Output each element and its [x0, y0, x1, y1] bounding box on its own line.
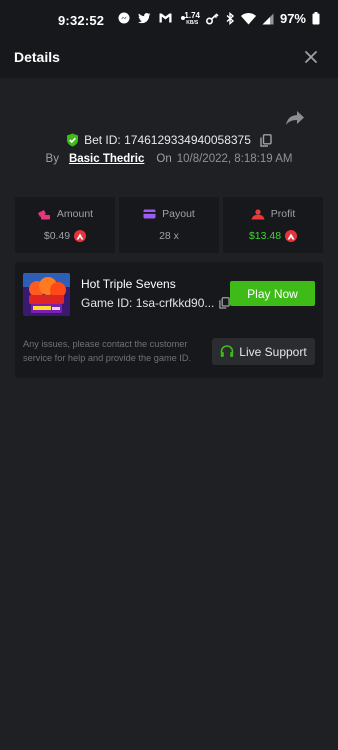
verified-shield-icon — [67, 133, 79, 147]
battery-percent: 97% — [279, 11, 306, 26]
wifi-icon — [240, 12, 256, 24]
twitter-icon — [138, 12, 151, 23]
bettor-username-link[interactable]: Basic Thedric — [69, 153, 144, 165]
game-id-row: Game ID: 1sa-crfkkd90... — [81, 296, 231, 310]
on-label: On — [156, 153, 172, 165]
battery-icon — [312, 12, 320, 25]
gmail-icon — [159, 13, 172, 23]
stat-payout: Payout 28 x — [119, 197, 219, 253]
status-bar: 9:32:52 1.74 KB/S 97% — [0, 0, 338, 40]
payout-icon — [143, 209, 156, 219]
live-support-label: Live Support — [239, 344, 307, 359]
stat-payout-label: Payout — [162, 208, 195, 220]
game-thumbnail[interactable] — [23, 273, 70, 316]
net-speed: 1.74 KB/S — [184, 10, 200, 26]
stat-payout-head: Payout — [119, 208, 219, 220]
page-title: Details — [14, 49, 60, 65]
stat-amount: Amount $0.49 — [15, 197, 115, 253]
currency-coin-icon — [285, 230, 298, 242]
messenger-icon — [118, 12, 130, 24]
key-icon — [205, 12, 219, 24]
stat-profit-value-row: $13.48 — [223, 230, 323, 242]
by-label: By — [45, 153, 59, 165]
stat-profit-value: $13.48 — [248, 230, 282, 242]
bet-id-text: Bet ID: 1746129334940058375 — [84, 133, 251, 147]
notification-icons — [118, 12, 186, 24]
game-card: Hot Triple Sevens Game ID: 1sa-crfkkd90.… — [15, 262, 323, 378]
close-icon[interactable] — [300, 46, 322, 68]
details-header: Details — [0, 40, 338, 78]
headset-icon — [220, 345, 234, 357]
currency-coin-icon — [74, 230, 87, 242]
stat-profit: Profit $13.48 — [223, 197, 323, 253]
stat-profit-label: Profit — [270, 208, 296, 220]
bet-stats: Amount $0.49 Payout 28 x Profit $13.48 — [15, 197, 323, 253]
game-name: Hot Triple Sevens — [81, 277, 176, 291]
signal-icon — [262, 13, 274, 24]
profit-icon — [251, 208, 265, 219]
live-support-button[interactable]: Live Support — [212, 338, 315, 365]
copy-game-id-icon[interactable] — [219, 297, 231, 309]
bluetooth-icon — [226, 12, 235, 25]
bet-id-value: 1746129334940058375 — [124, 133, 251, 147]
system-icons: 1.74 KB/S 97% — [184, 11, 320, 26]
share-icon[interactable] — [284, 108, 306, 128]
bet-id-row: Bet ID: 1746129334940058375 — [0, 133, 338, 147]
stat-amount-head: Amount — [15, 208, 115, 220]
stat-payout-value: 28 x — [159, 230, 179, 242]
status-time: 9:32:52 — [58, 13, 105, 28]
stat-profit-head: Profit — [223, 208, 323, 220]
stat-payout-value-row: 28 x — [119, 230, 219, 242]
bet-date: 10/8/2022, 8:18:19 AM — [176, 153, 293, 165]
stat-amount-value: $0.49 — [43, 230, 71, 242]
stat-amount-value-row: $0.49 — [15, 230, 115, 242]
bet-meta-row: By Basic Thedric On 10/8/2022, 8:18:19 A… — [0, 153, 338, 165]
copy-bet-id-icon[interactable] — [260, 133, 272, 147]
amount-icon — [37, 209, 50, 219]
support-hint-text: Any issues, please contact the customer … — [23, 339, 192, 363]
game-id-value: 1sa-crfkkd90... — [135, 296, 215, 310]
game-id-text: Game ID: 1sa-crfkkd90... — [81, 296, 215, 310]
play-now-button[interactable]: Play Now — [230, 281, 315, 306]
stat-amount-label: Amount — [56, 208, 94, 220]
